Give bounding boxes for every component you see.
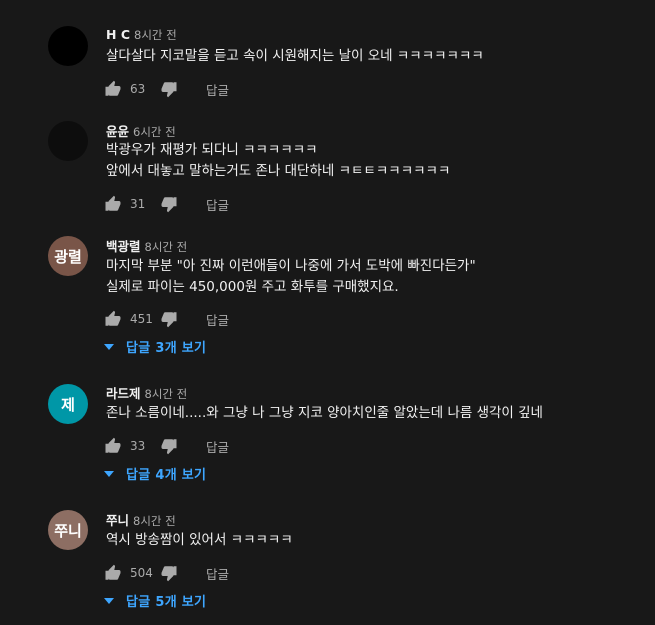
caret-down-icon [104,597,114,604]
avatar[interactable] [48,121,88,161]
caret-down-icon [104,343,114,350]
timestamp[interactable]: 6시간 전 [133,125,176,139]
timestamp[interactable]: 8시간 전 [145,240,188,254]
avatar[interactable]: 쭈니 [48,510,88,550]
comment-text: 존나 소름이네.....와 그냥 나 그냥 지코 양아치인줄 알았는데 나름 생… [106,403,543,424]
comment-line: 존나 소름이네.....와 그냥 나 그냥 지코 양아치인줄 알았는데 나름 생… [106,405,543,421]
comment-line: 살다살다 지코말을 듣고 속이 시원해지는 날이 오네 ㅋㅋㅋㅋㅋㅋㅋ [106,48,484,64]
comment-header: 쭈니 8시간 전 [106,510,176,529]
comment-actions: 31 답글 [104,194,229,214]
author-name[interactable]: 라드제 [106,386,141,401]
thumbs-up-icon[interactable] [104,564,122,582]
reply-button[interactable]: 답글 [206,564,229,583]
reply-button[interactable]: 답글 [206,80,229,99]
comment-line: 마지막 부분 "아 진짜 이런애들이 나중에 가서 도박에 빠진다든가" [106,258,476,274]
comment-text: 살다살다 지코말을 듣고 속이 시원해지는 날이 오네 ㅋㅋㅋㅋㅋㅋㅋ [106,46,484,67]
comment-line: 실제로 파이는 450,000원 주고 화투를 구매했지요. [106,279,399,295]
thumbs-up-icon[interactable] [104,437,122,455]
comment-actions: 33 답글 [104,436,229,456]
like-count: 63 [130,82,146,96]
timestamp[interactable]: 8시간 전 [134,28,177,42]
thumbs-down-icon[interactable] [160,195,178,213]
reply-button[interactable]: 답글 [206,310,229,329]
view-replies-button[interactable]: 답글 3개 보기 [104,337,206,356]
reply-button[interactable]: 답글 [206,195,229,214]
timestamp[interactable]: 8시간 전 [133,514,176,528]
comment-line: 박광우가 재평가 되다니 ㅋㅋㅋㅋㅋㅋ [106,142,318,158]
view-replies-label: 답글 5개 보기 [126,595,207,610]
thumbs-down-icon[interactable] [160,564,178,582]
author-name[interactable]: 백광렬 [106,239,141,254]
thumbs-up-icon[interactable] [104,80,122,98]
comment-text: 역시 방송짬이 있어서 ㅋㅋㅋㅋㅋ [106,530,293,551]
author-name[interactable]: 쭈니 [106,513,129,528]
comment-header: 백광렬 8시간 전 [106,236,187,255]
author-name[interactable]: H C [106,27,130,42]
comment-header: 윤윤 6시간 전 [106,121,176,140]
view-replies-label: 답글 4개 보기 [126,468,207,483]
thumbs-down-icon[interactable] [160,80,178,98]
comment-actions: 451 답글 [104,309,229,329]
comment-line: 앞에서 대놓고 말하는거도 존나 대단하네 ㅋㅌㅌㅋㅋㅋㅋㅋㅋ [106,163,451,179]
comment-actions: 504 답글 [104,563,229,583]
like-count: 31 [130,197,146,211]
view-replies-button[interactable]: 답글 4개 보기 [104,464,206,483]
thumbs-down-icon[interactable] [160,437,178,455]
avatar[interactable]: 광렬 [48,236,88,276]
like-count: 33 [130,439,146,453]
comment-text: 박광우가 재평가 되다니 ㅋㅋㅋㅋㅋㅋ 앞에서 대놓고 말하는거도 존나 대단하… [106,140,450,182]
comment-header: H C 8시간 전 [106,27,177,43]
author-name[interactable]: 윤윤 [106,124,129,139]
thumbs-down-icon[interactable] [160,310,178,328]
thumbs-up-icon[interactable] [104,310,122,328]
view-replies-label: 답글 3개 보기 [126,341,207,356]
comment-line: 역시 방송짬이 있어서 ㅋㅋㅋㅋㅋ [106,532,293,548]
like-count: 504 [130,566,153,580]
timestamp[interactable]: 8시간 전 [145,387,188,401]
caret-down-icon [104,470,114,477]
comment-text: 마지막 부분 "아 진짜 이런애들이 나중에 가서 도박에 빠진다든가" 실제로… [106,256,476,298]
like-count: 451 [130,312,153,326]
comment-header: 라드제 8시간 전 [106,383,187,402]
avatar[interactable] [48,26,88,66]
thumbs-up-icon[interactable] [104,195,122,213]
reply-button[interactable]: 답글 [206,437,229,456]
view-replies-button[interactable]: 답글 5개 보기 [104,591,206,610]
avatar[interactable]: 제 [48,384,88,424]
comment-actions: 63 답글 [104,79,229,99]
